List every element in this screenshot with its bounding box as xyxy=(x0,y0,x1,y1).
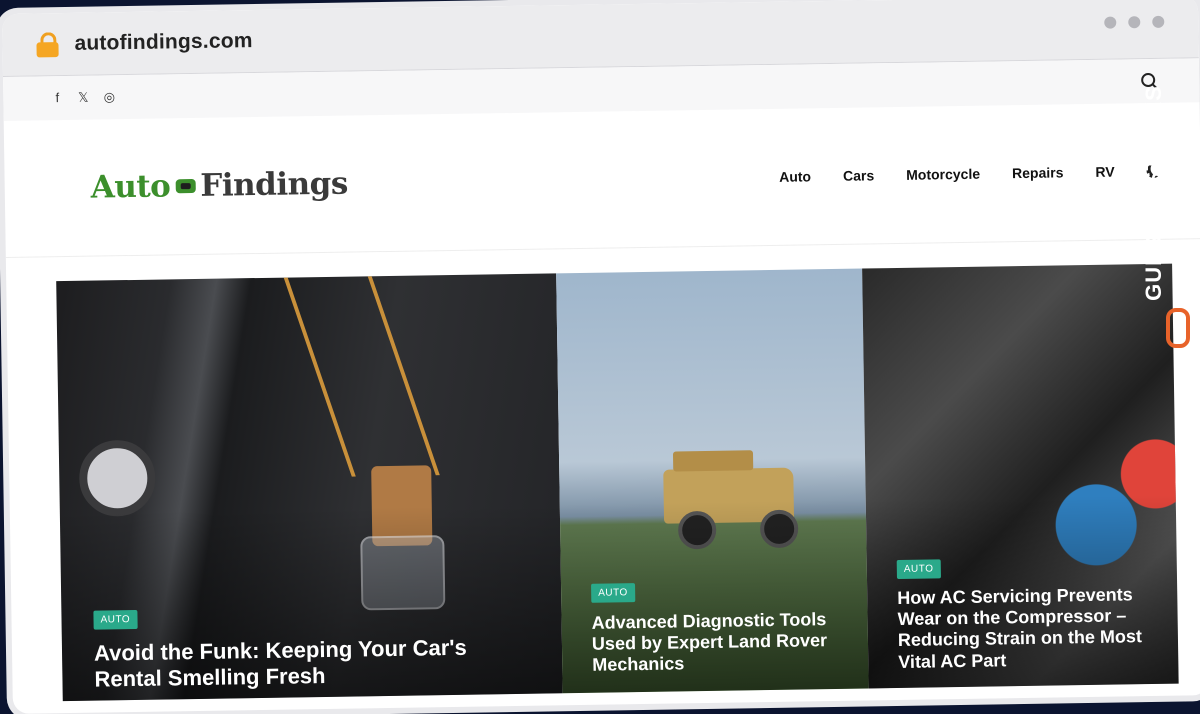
nav-item-cars[interactable]: Cars xyxy=(843,167,874,183)
social-links: f 𝕏 ◎ xyxy=(51,89,115,106)
window-controls xyxy=(1104,15,1165,29)
nav-item-rv[interactable]: RV xyxy=(1095,164,1114,180)
watermark-text: GUESTPOSTLINKS xyxy=(1140,85,1166,301)
instagram-icon[interactable]: ◎ xyxy=(103,89,116,105)
featured-card[interactable]: AUTO Advanced Diagnostic Tools Used by E… xyxy=(556,268,869,694)
site-header: Auto Findings Auto Cars Motorcycle Repai… xyxy=(3,102,1200,258)
site-logo[interactable]: Auto Findings xyxy=(90,166,348,206)
lock-icon xyxy=(36,32,59,58)
card-title[interactable]: How AC Servicing Prevents Wear on the Co… xyxy=(897,584,1168,673)
browser-window: autofindings.com f 𝕏 ◎ Auto Findings Aut… xyxy=(2,0,1200,714)
featured-card[interactable]: AUTO Avoid the Funk: Keeping Your Car's … xyxy=(56,273,563,702)
category-badge[interactable]: AUTO xyxy=(93,609,138,630)
nav-item-auto[interactable]: Auto xyxy=(779,168,811,184)
card-title[interactable]: Avoid the Funk: Keeping Your Car's Renta… xyxy=(94,634,515,692)
window-dot-icon[interactable] xyxy=(1104,16,1117,29)
card-title[interactable]: Advanced Diagnostic Tools Used by Expert… xyxy=(591,609,852,677)
category-badge[interactable]: AUTO xyxy=(591,583,635,603)
featured-grid: AUTO Avoid the Funk: Keeping Your Car's … xyxy=(56,263,1200,702)
nav-item-repairs[interactable]: Repairs xyxy=(1012,164,1064,181)
url-text[interactable]: autofindings.com xyxy=(74,29,253,56)
category-badge[interactable]: AUTO xyxy=(896,559,941,580)
window-dot-icon[interactable] xyxy=(1152,15,1165,28)
logo-text-findings: Findings xyxy=(200,165,349,204)
window-dot-icon[interactable] xyxy=(1128,16,1141,29)
link-chain-icon xyxy=(1166,308,1190,348)
logo-text-auto: Auto xyxy=(90,168,171,206)
nav-item-motorcycle[interactable]: Motorcycle xyxy=(906,166,980,183)
main-nav: Auto Cars Motorcycle Repairs RV xyxy=(779,163,1161,185)
logo-car-icon xyxy=(172,174,198,198)
featured-card[interactable]: AUTO How AC Servicing Prevents Wear on t… xyxy=(862,263,1179,689)
x-twitter-icon[interactable]: 𝕏 xyxy=(77,90,89,106)
facebook-icon[interactable]: f xyxy=(51,90,63,106)
